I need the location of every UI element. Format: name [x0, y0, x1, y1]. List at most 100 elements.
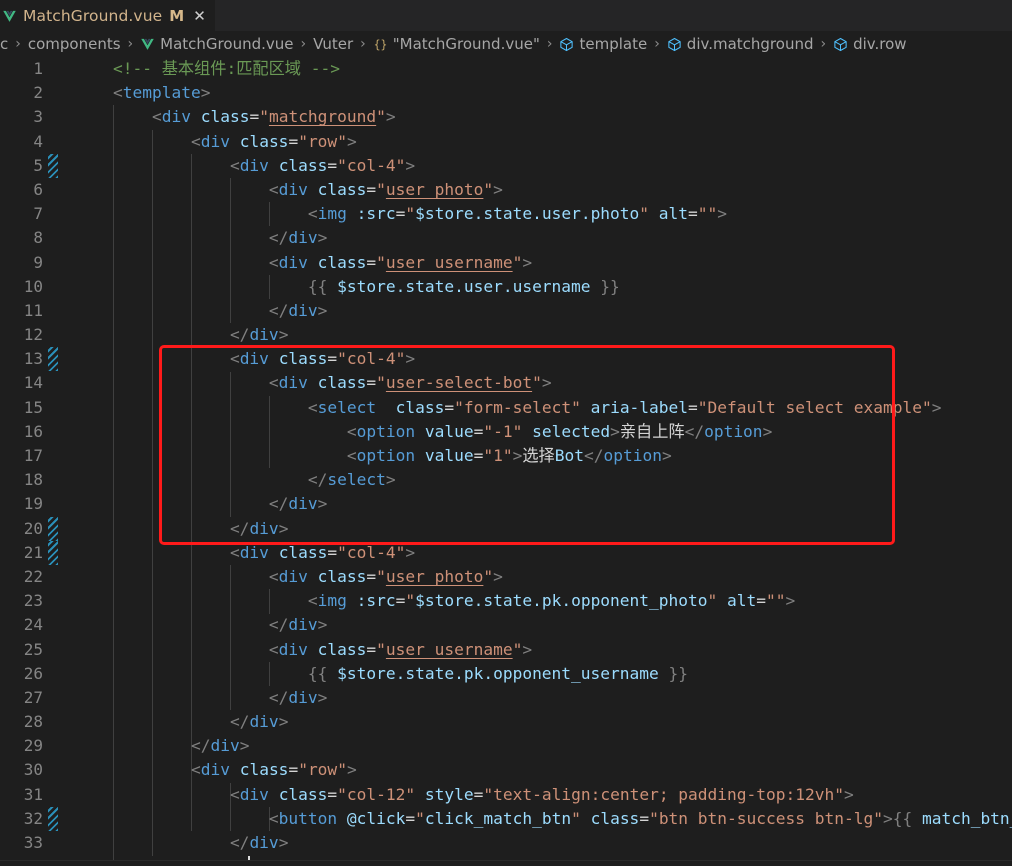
- code-line[interactable]: 2 <template>: [0, 81, 1012, 105]
- code-line[interactable]: 23 <img :src="$store.state.pk.opponent_p…: [0, 589, 1012, 613]
- code-text[interactable]: <template>: [58, 81, 1012, 105]
- line-number: 18: [23, 470, 43, 490]
- code-text[interactable]: <div class="row">: [58, 758, 1012, 782]
- code-text[interactable]: <div class="user-select-bot">: [58, 371, 1012, 395]
- code-text[interactable]: <div class="user_photo">: [58, 178, 1012, 202]
- code-text[interactable]: <button @click="click_match_btn" class="…: [58, 807, 1012, 831]
- code-line[interactable]: 1 <!-- 基本组件:匹配区域 -->: [0, 57, 1012, 81]
- line-number: 7: [33, 204, 43, 224]
- code-line[interactable]: 10 {{ $store.state.user.username }}: [0, 275, 1012, 299]
- breadcrumb-label: Vuter: [313, 35, 354, 53]
- svg-text:{}: {}: [373, 38, 387, 51]
- code-text[interactable]: </div>: [58, 734, 1012, 758]
- code-editor[interactable]: 1 <!-- 基本组件:匹配区域 --> 2 <template> 3 <div c…: [0, 57, 1012, 866]
- gutter-spacer: [48, 178, 58, 202]
- code-content[interactable]: 1 <!-- 基本组件:匹配区域 --> 2 <template> 3 <div c…: [0, 57, 1012, 866]
- code-line[interactable]: 24 </div>: [0, 613, 1012, 637]
- code-line[interactable]: 5 <div class="col-4">: [0, 153, 1012, 178]
- code-line[interactable]: 15 <select class="form-select" aria-labe…: [0, 396, 1012, 420]
- code-line[interactable]: 3 <div class="matchground">: [0, 105, 1012, 129]
- code-text[interactable]: <div class="col-4">: [58, 347, 1012, 371]
- code-line[interactable]: 17 <option value="1">选择Bot</option>: [0, 444, 1012, 468]
- code-line[interactable]: 8 </div>: [0, 226, 1012, 250]
- tab-matchground-vue[interactable]: MatchGround.vue M ✕: [0, 0, 215, 31]
- line-number: 24: [23, 615, 43, 635]
- code-line[interactable]: 9 <div class="user_username">: [0, 251, 1012, 275]
- tab-label: MatchGround.vue: [23, 7, 163, 25]
- code-text[interactable]: <option value="-1" selected>亲自上阵</option…: [58, 420, 1012, 444]
- code-text[interactable]: <!-- 基本组件:匹配区域 -->: [58, 57, 1012, 81]
- breadcrumb-item-6[interactable]: div.matchground: [667, 35, 813, 53]
- code-text[interactable]: <img :src="$store.state.pk.opponent_phot…: [58, 589, 1012, 613]
- code-line[interactable]: 19 </div>: [0, 492, 1012, 516]
- code-text[interactable]: </div>: [58, 710, 1012, 734]
- code-line[interactable]: 25 <div class="user_username">: [0, 638, 1012, 662]
- line-number: 4: [33, 131, 43, 151]
- code-line[interactable]: 18 </select>: [0, 468, 1012, 492]
- code-text[interactable]: <option value="1">选择Bot</option>: [58, 444, 1012, 468]
- braces-icon: {}: [373, 37, 388, 52]
- code-text[interactable]: </div>: [58, 517, 1012, 541]
- code-text[interactable]: <img :src="$store.state.user.photo" alt=…: [58, 202, 1012, 226]
- editor-tab-bar: MatchGround.vue M ✕: [0, 0, 1012, 31]
- code-line[interactable]: 20 </div>: [0, 516, 1012, 541]
- close-icon[interactable]: ✕: [193, 8, 206, 24]
- breadcrumb-item-7[interactable]: div.row: [833, 35, 907, 53]
- code-text[interactable]: {{ $store.state.pk.opponent_username }}: [58, 662, 1012, 686]
- code-text[interactable]: <div class="row">: [58, 130, 1012, 154]
- breadcrumb-item-3[interactable]: Vuter: [313, 35, 353, 53]
- code-line[interactable]: 13 <div class="col-4">: [0, 347, 1012, 372]
- code-text[interactable]: <div class="user_username">: [58, 251, 1012, 275]
- line-number: 9: [33, 252, 43, 272]
- code-line[interactable]: 29 </div>: [0, 734, 1012, 758]
- code-line[interactable]: 21 <div class="col-4">: [0, 540, 1012, 565]
- code-line[interactable]: 32 <button @click="click_match_btn" clas…: [0, 806, 1012, 831]
- gutter-spacer: [48, 299, 58, 323]
- code-line[interactable]: 12 </div>: [0, 323, 1012, 347]
- breadcrumb-item-4[interactable]: {} "MatchGround.vue": [373, 35, 539, 53]
- code-text[interactable]: </div>: [58, 226, 1012, 250]
- code-text[interactable]: </div>: [58, 299, 1012, 323]
- line-number: 14: [23, 373, 43, 393]
- code-line[interactable]: 30 <div class="row">: [0, 758, 1012, 782]
- code-text[interactable]: </select>: [58, 468, 1012, 492]
- code-line[interactable]: 33 </div>: [0, 831, 1012, 855]
- breadcrumb-separator-icon: ›: [546, 36, 553, 52]
- breadcrumb-item-0[interactable]: c: [0, 35, 8, 53]
- code-line[interactable]: 26 {{ $store.state.pk.opponent_username …: [0, 662, 1012, 686]
- code-line[interactable]: 16 <option value="-1" selected>亲自上阵</opt…: [0, 420, 1012, 444]
- code-text[interactable]: </div>: [58, 323, 1012, 347]
- code-line[interactable]: 22 <div class="user_photo">: [0, 565, 1012, 589]
- gutter-spacer: [48, 589, 58, 613]
- code-text[interactable]: <div class="col-12" style="text-align:ce…: [58, 783, 1012, 807]
- code-line[interactable]: 28 </div>: [0, 710, 1012, 734]
- code-line[interactable]: 4 <div class="row">: [0, 130, 1012, 154]
- code-text[interactable]: </div>: [58, 686, 1012, 710]
- gutter-spacer: [48, 251, 58, 275]
- code-text[interactable]: <select class="form-select" aria-label="…: [58, 396, 1012, 420]
- gutter-spacer: [48, 130, 58, 154]
- code-text[interactable]: <div class="matchground">: [58, 105, 1012, 129]
- diff-change-marker: [48, 516, 58, 541]
- code-text[interactable]: <div class="user_photo">: [58, 565, 1012, 589]
- code-text[interactable]: </div>: [58, 492, 1012, 516]
- code-line[interactable]: 6 <div class="user_photo">: [0, 178, 1012, 202]
- code-text[interactable]: </div>: [58, 613, 1012, 637]
- code-text[interactable]: <div class="col-4">: [58, 154, 1012, 178]
- gutter-spacer: [48, 420, 58, 444]
- code-line[interactable]: 11 </div>: [0, 299, 1012, 323]
- code-text[interactable]: </div>: [58, 831, 1012, 855]
- breadcrumb-item-2[interactable]: MatchGround.vue: [140, 35, 293, 53]
- code-line[interactable]: 31 <div class="col-12" style="text-align…: [0, 783, 1012, 807]
- gutter-spacer: [48, 565, 58, 589]
- breadcrumb-label: components: [27, 35, 121, 53]
- code-line[interactable]: 14 <div class="user-select-bot">: [0, 371, 1012, 395]
- code-line[interactable]: 27 </div>: [0, 686, 1012, 710]
- code-line[interactable]: 7 <img :src="$store.state.user.photo" al…: [0, 202, 1012, 226]
- breadcrumb-item-1[interactable]: components: [28, 35, 121, 53]
- code-text[interactable]: <div class="col-4">: [58, 541, 1012, 565]
- line-number: 28: [23, 712, 43, 732]
- breadcrumb-item-5[interactable]: template: [559, 35, 647, 53]
- code-text[interactable]: {{ $store.state.user.username }}: [58, 275, 1012, 299]
- code-text[interactable]: <div class="user_username">: [58, 638, 1012, 662]
